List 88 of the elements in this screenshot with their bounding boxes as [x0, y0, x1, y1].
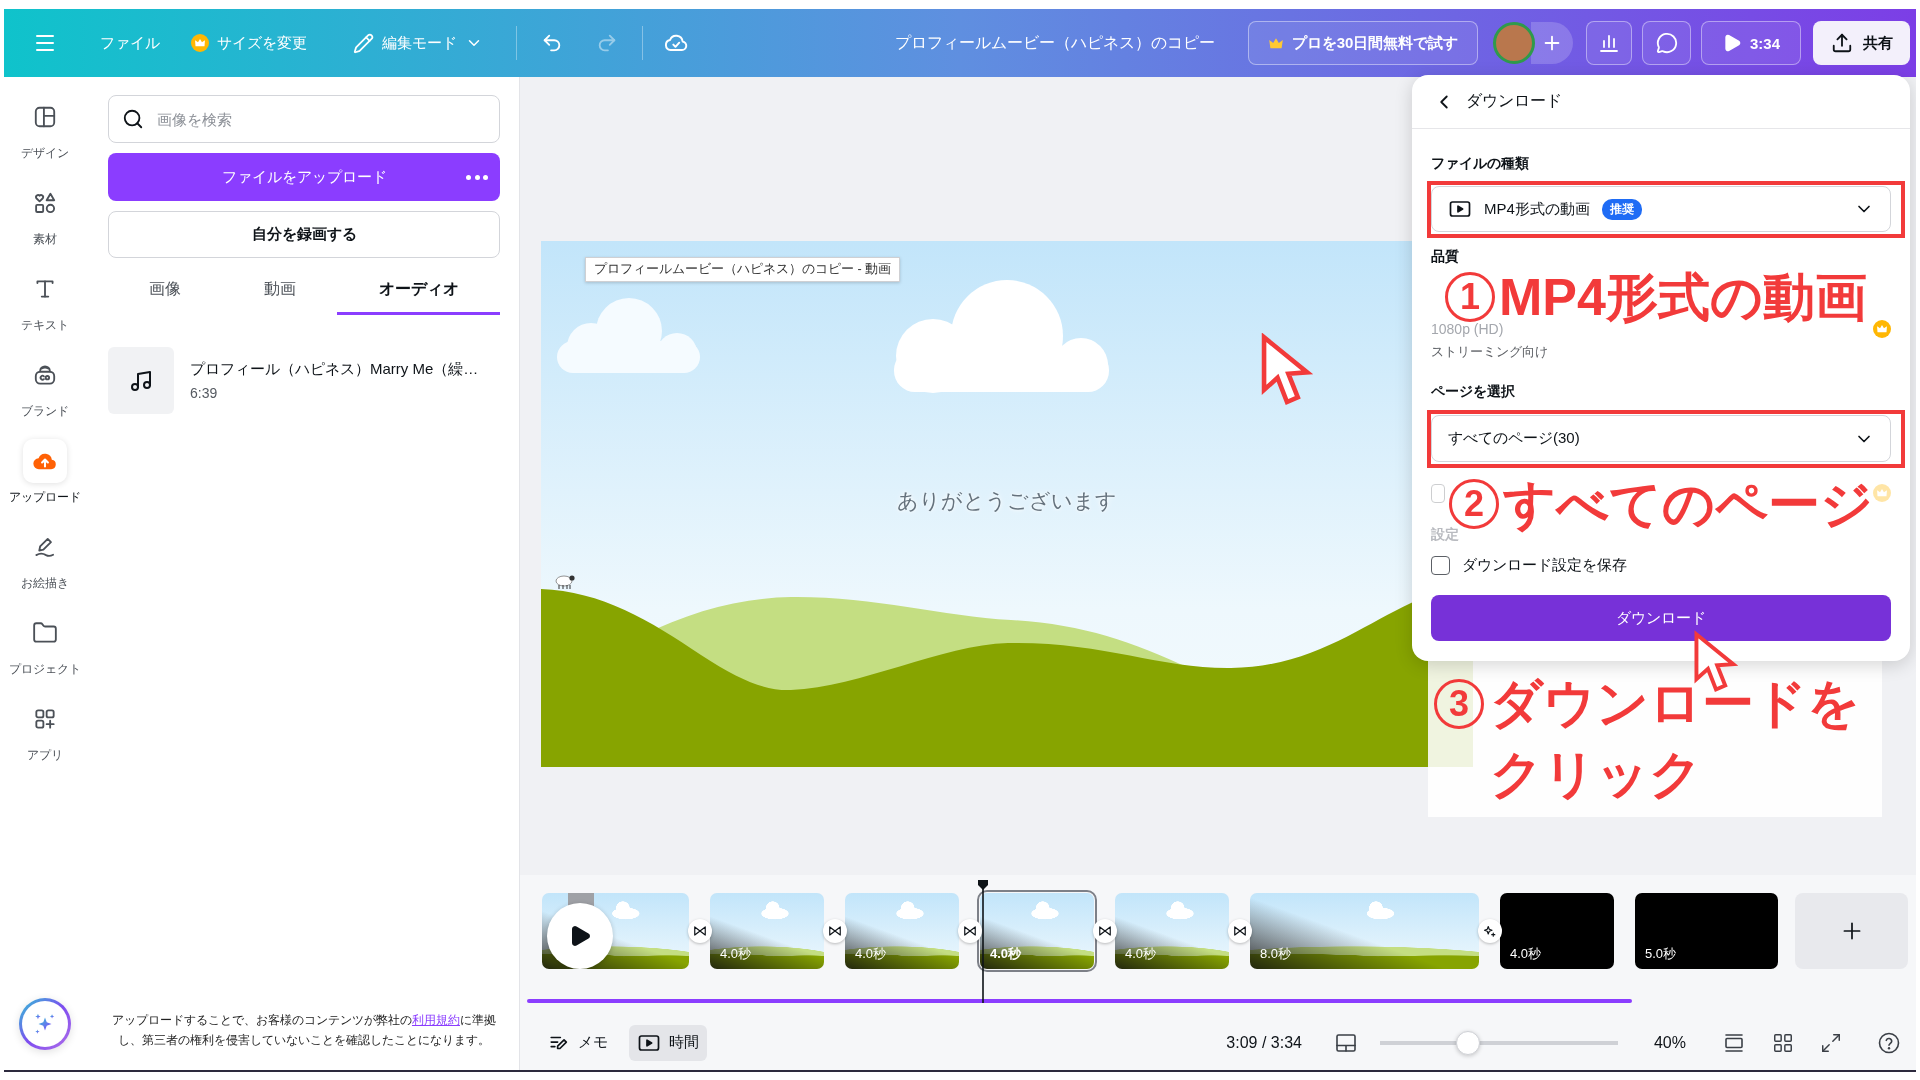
timeline-clip[interactable]: 4.0秒	[845, 893, 959, 969]
field-label: ページを選択	[1431, 382, 1516, 401]
timeline-clip[interactable]: 4.0秒	[980, 893, 1094, 969]
pages-select[interactable]: すべてのページ(30)	[1431, 415, 1891, 462]
timeline-clip[interactable]	[542, 893, 689, 969]
timeline-clip[interactable]: 4.0秒	[710, 893, 824, 969]
recommended-badge: 推奨	[1601, 198, 1642, 220]
transition-button[interactable]	[822, 919, 847, 943]
redo-icon	[596, 32, 618, 54]
search-icon	[122, 108, 144, 130]
tab[interactable]: 動画	[222, 270, 338, 315]
record-yourself-button[interactable]: 自分を録画する	[108, 211, 500, 258]
search-field[interactable]: 画像を検索	[108, 95, 500, 143]
comment-button[interactable]	[1642, 21, 1691, 65]
audio-track-bar[interactable]	[527, 999, 1632, 1003]
transition-button[interactable]	[1477, 919, 1502, 943]
expand-icon	[1820, 1031, 1842, 1054]
annotation-text: ダウンロードをクリック	[1490, 673, 1861, 805]
slider-thumb[interactable]	[1456, 1030, 1480, 1055]
checkbox-label: ダウンロード設定を保存	[1462, 555, 1627, 575]
sidebar-item[interactable]: プロジェクト	[5, 611, 84, 697]
bowtie-icon	[827, 924, 842, 938]
grid-icon	[1772, 1031, 1794, 1054]
sidebar-item[interactable]: アプリ	[5, 697, 84, 783]
canvas-title-tag: プロフィールムービー（ハピネス）のコピー - 動画	[585, 257, 901, 282]
crown-icon	[191, 34, 209, 52]
timeline-clip[interactable]: 5.0秒	[1635, 893, 1778, 969]
file-type-select[interactable]: MP4形式の動画 推奨	[1431, 186, 1891, 232]
playhead[interactable]	[977, 879, 989, 1003]
play-icon	[1722, 33, 1742, 53]
slide-caption: ありがとうございます	[897, 488, 1117, 515]
terms-link[interactable]: 利用規約	[412, 1014, 460, 1026]
quality-note: ストリーミング向け	[1431, 343, 1549, 361]
insights-button[interactable]	[1586, 21, 1632, 65]
notes-button[interactable]: メモ	[540, 1024, 616, 1061]
audio-title[interactable]: プロフィール（ハピネス）Marry Me（繰…	[190, 360, 479, 379]
speech-bubble-icon	[1655, 32, 1678, 54]
sidebar-item[interactable]: アップロード	[5, 439, 84, 525]
bowtie-icon	[1097, 924, 1112, 938]
sidebar-item[interactable]: ブランド	[5, 353, 84, 439]
add-clip-button[interactable]	[1795, 893, 1908, 969]
play-button[interactable]: 3:34	[1701, 21, 1801, 65]
music-note-icon	[129, 368, 153, 393]
audio-thumbnail[interactable]	[108, 347, 174, 414]
bowtie-icon	[692, 924, 707, 938]
sidebar-item[interactable]: テキスト	[5, 267, 84, 353]
sidebar-item[interactable]: デザイン	[5, 95, 84, 181]
sidebar-item[interactable]: 素材	[5, 181, 84, 267]
transition-button[interactable]	[1227, 919, 1252, 943]
play-button[interactable]	[547, 903, 613, 969]
field-label: ファイルの種類	[1431, 154, 1530, 173]
add-collaborator-button[interactable]	[1531, 22, 1573, 64]
timer-button[interactable]: 時間	[629, 1024, 707, 1061]
quality-value: 1080p (HD)	[1431, 321, 1504, 337]
step-number: 1	[1445, 272, 1495, 322]
pencil-icon	[353, 32, 374, 54]
share-icon	[1830, 32, 1853, 54]
terms-notice: アップロードすることで、お客様のコンテンツが弊社の利用規約に準拠し、第三者の権利を侵害していないことを確認したことになります。	[111, 1013, 497, 1049]
bowtie-icon	[962, 924, 977, 938]
tab[interactable]: 画像	[108, 270, 223, 315]
tab[interactable]: オーディオ	[337, 270, 500, 315]
download-button[interactable]: ダウンロード	[1431, 595, 1891, 641]
transition-button[interactable]	[957, 919, 982, 943]
crown-icon	[1267, 36, 1284, 50]
audio-duration: 6:39	[190, 385, 219, 401]
playback-time: 3:09 / 3:34	[1226, 1033, 1302, 1052]
panel-title: ダウンロード	[1466, 91, 1562, 111]
timeline-clip[interactable]: 4.0秒	[1115, 893, 1229, 969]
share-button[interactable]: 共有	[1813, 21, 1910, 65]
transition-button[interactable]	[1092, 919, 1117, 943]
help-icon	[1877, 1030, 1901, 1055]
field-label: 品質	[1431, 247, 1460, 266]
timeline-clip[interactable]: 4.0秒	[1500, 893, 1614, 969]
crown-icon	[1873, 320, 1891, 338]
transition-button[interactable]	[687, 919, 712, 943]
cloud-upload-icon	[22, 439, 67, 483]
pro-trial-button[interactable]: プロを30日間無料で試す	[1248, 21, 1478, 65]
checkbox[interactable]	[1431, 555, 1450, 575]
upload-files-button[interactable]: ファイルをアップロード	[108, 153, 500, 201]
zoom-percentage[interactable]: 40%	[1653, 1033, 1686, 1052]
crown-icon	[1873, 484, 1891, 502]
sparkle-icon	[1482, 923, 1497, 939]
annotation-text: すべてのページ	[1503, 475, 1873, 533]
step-number: 3	[1434, 679, 1484, 729]
timeline-clip[interactable]: 8.0秒	[1250, 893, 1479, 969]
sidebar-item[interactable]: お絵描き	[5, 525, 84, 611]
bowtie-icon	[1232, 924, 1247, 938]
undo-icon	[541, 32, 563, 54]
